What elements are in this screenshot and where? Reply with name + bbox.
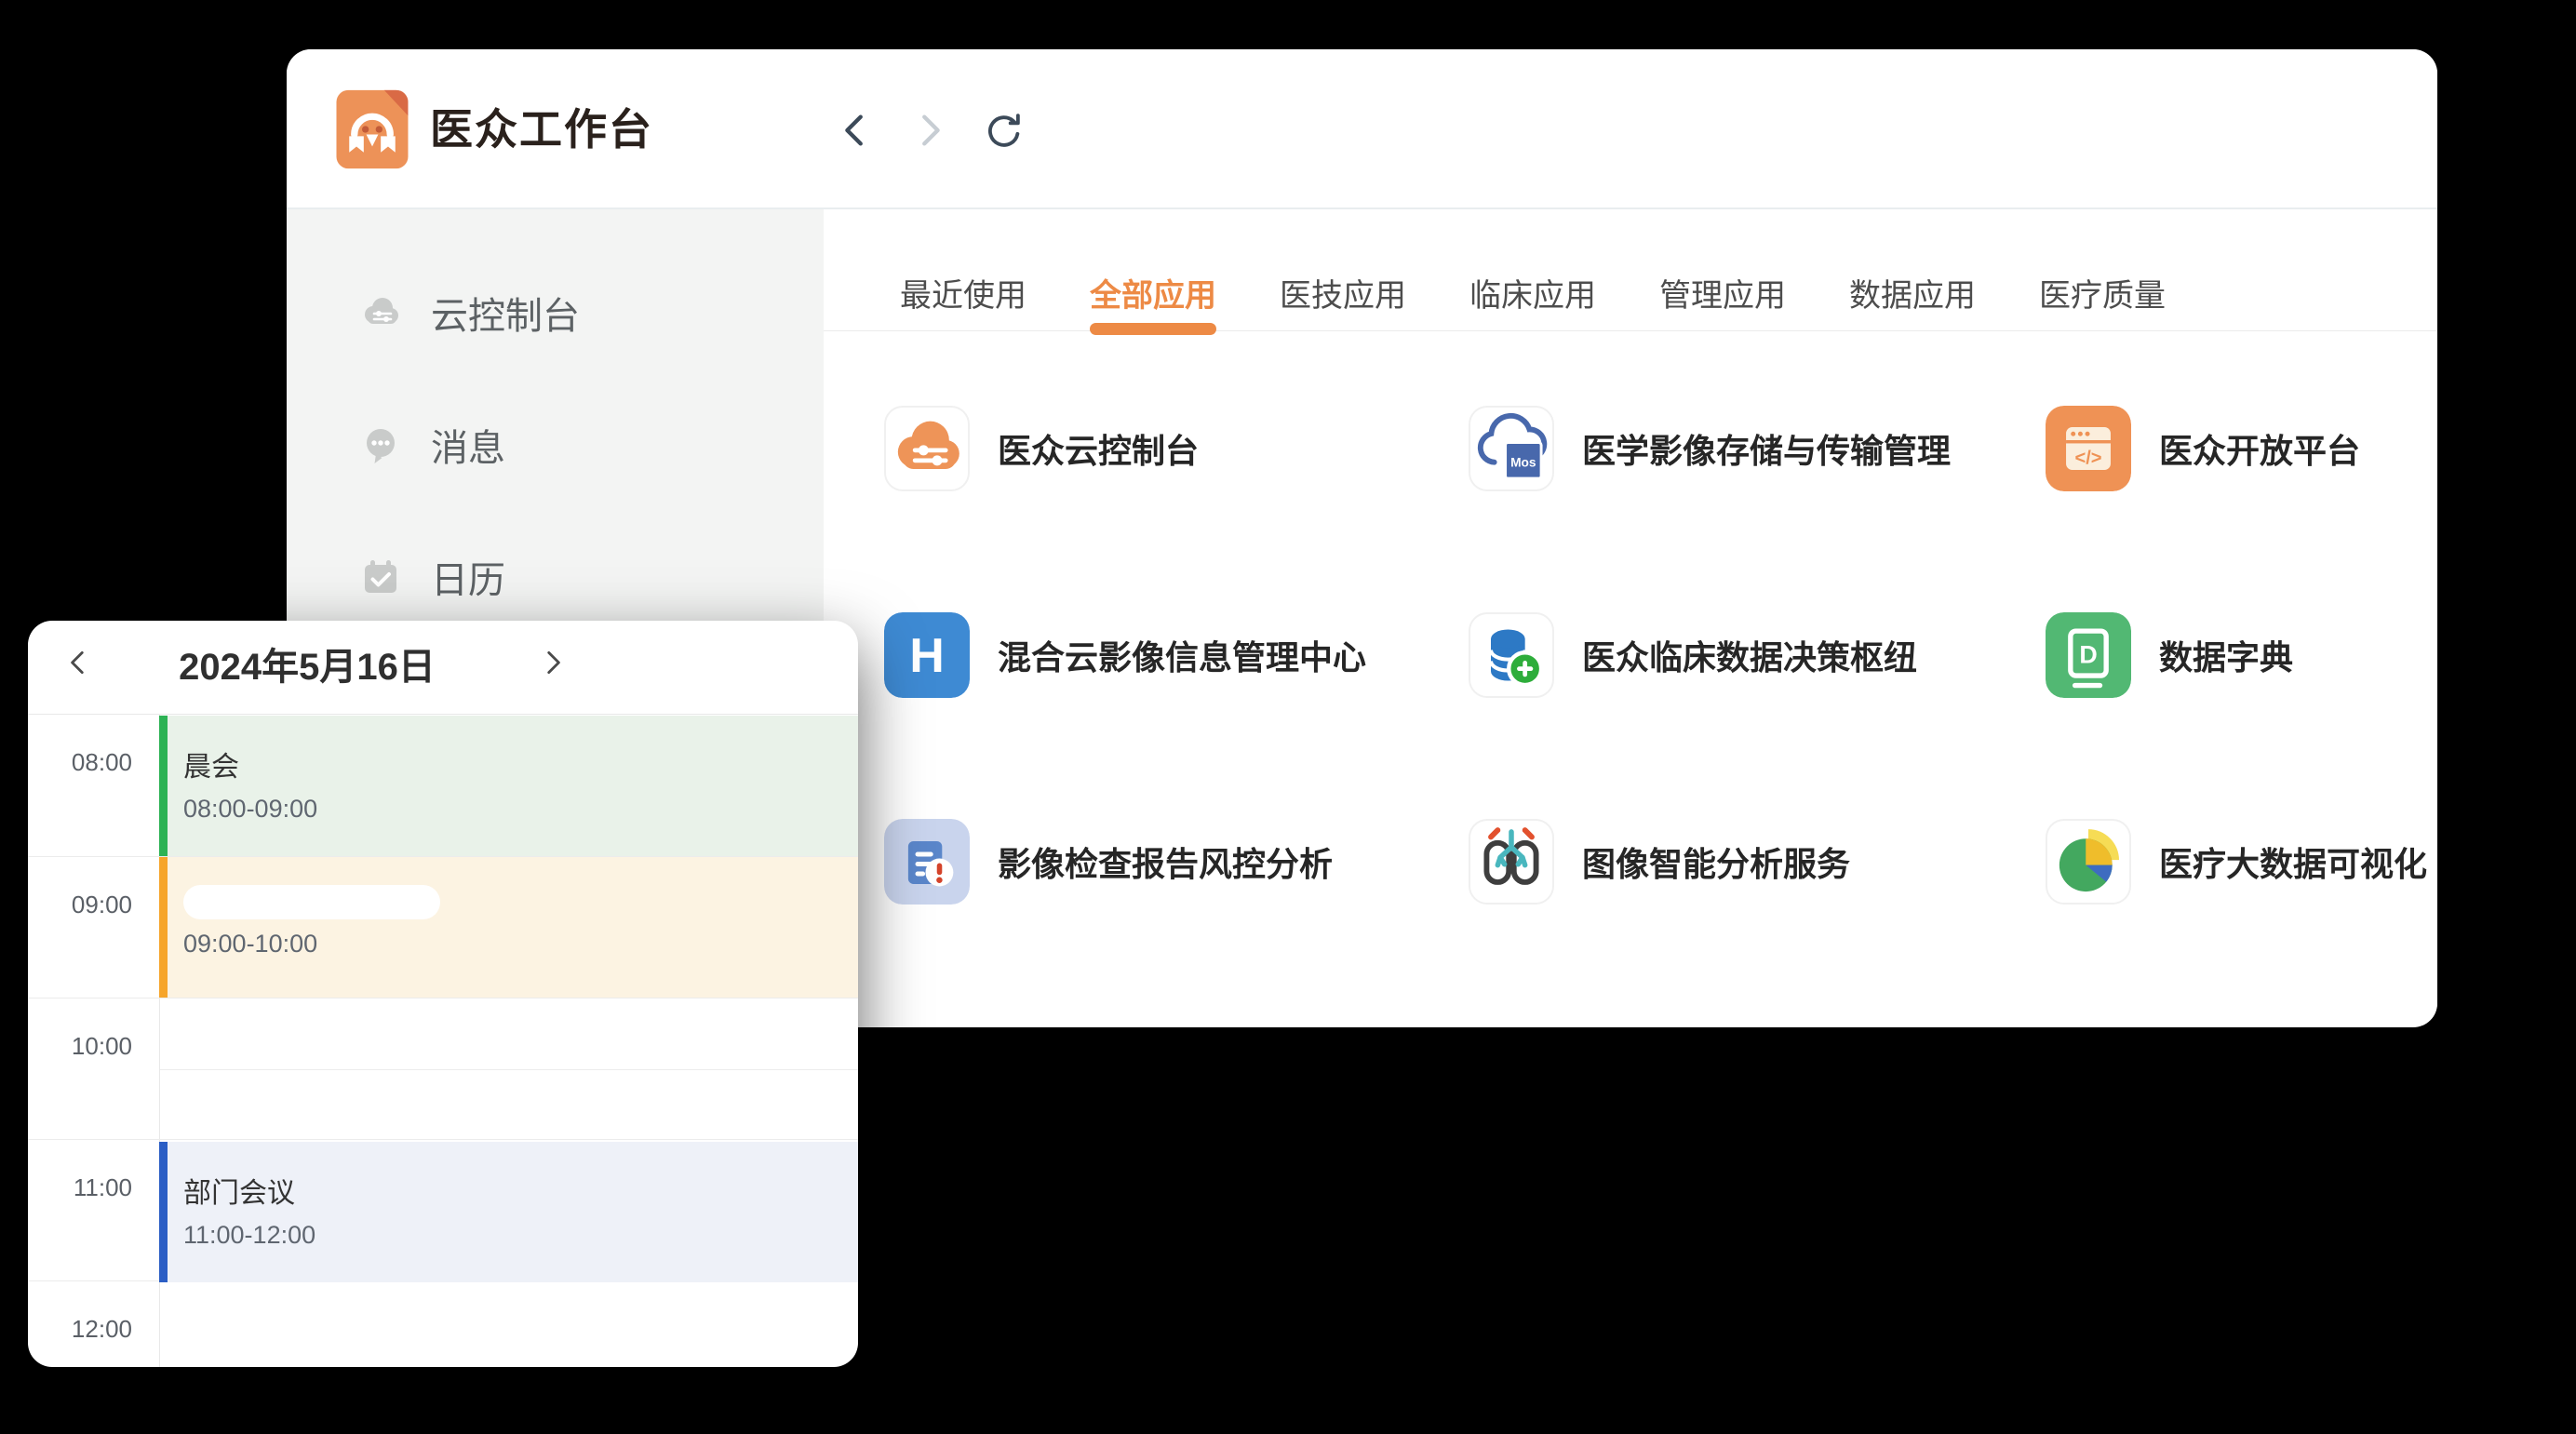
icon-letter-glyph: H [909,628,944,682]
database-plus-icon [1469,612,1554,698]
chevron-left-icon [834,109,877,152]
lungs-ai-icon [1469,819,1554,905]
app-label: 医学影像存储与传输管理 [1582,424,1951,473]
calendar-panel: 2024年5月16日 08:00 09:00 10:00 11:00 12:00 [28,621,858,1367]
sidebar-item-messages[interactable]: 消息 [287,379,824,511]
cloud-storage-icon: Mos [1469,406,1554,491]
back-button[interactable] [834,109,877,152]
app-label: 医疗大数据可视化 [2159,838,2427,886]
event-department-meeting[interactable]: 部门会议 11:00-12:00 [159,1142,858,1282]
event-color-bar [159,857,168,998]
cloud-console-icon [358,290,403,335]
calendar-icon [358,555,403,599]
app-item-report-risk-analysis[interactable]: 影像检查报告风控分析 [884,819,1469,905]
refresh-button[interactable] [983,109,1026,152]
chevron-right-icon [537,647,569,678]
time-label: 08:00 [28,748,132,777]
chevron-right-icon [908,109,951,152]
app-label: 数据字典 [2159,631,2293,679]
hour-row-1000: 10:00 [28,998,858,1139]
icon-code-glyph: </> [2074,448,2101,468]
window-title: 医众工作台 [430,49,653,209]
app-label: 医众云控制台 [998,424,1199,473]
time-label: 09:00 [28,891,132,919]
app-label: 医众开放平台 [2159,424,2360,473]
tab-medtech[interactable]: 医技应用 [1280,270,1406,315]
calendar-date-title: 2024年5月16日 [121,621,493,714]
time-label: 10:00 [28,1032,132,1061]
app-label: 影像检查报告风控分析 [998,838,1333,886]
app-label: 混合云影像信息管理中心 [998,631,1366,679]
tab-management[interactable]: 管理应用 [1659,270,1786,315]
event-redacted[interactable]: 09:00-10:00 [159,857,858,998]
code-window-icon: </> [2046,406,2131,491]
sidebar-item-label: 消息 [431,418,505,472]
event-time: 09:00-10:00 [183,930,858,958]
event-title: 部门会议 [183,1170,858,1211]
app-item-clinical-data-hub[interactable]: 医众临床数据决策枢纽 [1469,612,2046,698]
event-time: 08:00-09:00 [183,795,858,824]
icon-letter-glyph: D [2079,641,2097,669]
window-header: 医众工作台 [287,49,2437,209]
hour-row-1200: 12:00 [28,1280,858,1367]
calendar-next-button[interactable] [529,643,577,691]
app-label: 图像智能分析服务 [1582,838,1850,886]
app-grid: 医众云控制台 Mos 医学影像存储与传输管理 [884,406,2437,905]
app-item-big-data-visualization[interactable]: 医疗大数据可视化 [2046,819,2437,905]
refresh-icon [983,109,1026,152]
event-redacted-title-pill [183,885,440,919]
tab-data[interactable]: 数据应用 [1849,270,1976,315]
screen-background: 医众工作台 [0,0,2576,1434]
time-label: 11:00 [28,1173,132,1202]
tab-all-apps[interactable]: 全部应用 [1090,270,1216,315]
tab-quality[interactable]: 医疗质量 [2039,270,2166,315]
calendar-header: 2024年5月16日 [28,621,858,715]
hybrid-cloud-icon: H [884,612,970,698]
event-color-bar [159,1142,168,1282]
cloud-config-icon [884,406,970,491]
tab-recent[interactable]: 最近使用 [900,270,1026,315]
app-item-hybrid-cloud-center[interactable]: H 混合云影像信息管理中心 [884,612,1469,698]
app-item-open-platform[interactable]: </> 医众开放平台 [2046,406,2437,491]
icon-badge-text: Mos [1510,455,1536,469]
app-item-cloud-console[interactable]: 医众云控制台 [884,406,1469,491]
message-icon [358,422,403,467]
data-dictionary-icon: D [2046,612,2131,698]
app-item-image-ai-analysis[interactable]: 图像智能分析服务 [1469,819,2046,905]
sidebar-item-label: 日历 [431,550,505,604]
app-label: 医众临床数据决策枢纽 [1582,631,1917,679]
event-color-bar [159,716,168,856]
forward-button[interactable] [908,109,951,152]
event-morning-meeting[interactable]: 晨会 08:00-09:00 [159,716,858,856]
app-item-data-dictionary[interactable]: D 数据字典 [2046,612,2437,698]
event-title: 晨会 [183,744,858,784]
time-label: 12:00 [28,1315,132,1344]
event-time: 11:00-12:00 [183,1221,858,1250]
tab-clinical[interactable]: 临床应用 [1469,270,1596,315]
app-item-imaging-storage[interactable]: Mos 医学影像存储与传输管理 [1469,406,2046,491]
calendar-prev-button[interactable] [54,643,102,691]
calendar-day-grid: 08:00 09:00 10:00 11:00 12:00 晨会 08:00-0… [28,715,858,1367]
report-risk-icon [884,819,970,905]
pie-chart-icon [2046,819,2131,905]
content-area: 最近使用 全部应用 医技应用 临床应用 管理应用 数据应用 医疗质量 [824,209,2437,1025]
sidebar-item-label: 云控制台 [431,286,580,340]
app-category-tabs: 最近使用 全部应用 医技应用 临床应用 管理应用 数据应用 医疗质量 [824,209,2437,331]
chevron-left-icon [62,647,94,678]
app-logo-icon [331,88,413,170]
sidebar-item-cloud-console[interactable]: 云控制台 [287,247,824,379]
